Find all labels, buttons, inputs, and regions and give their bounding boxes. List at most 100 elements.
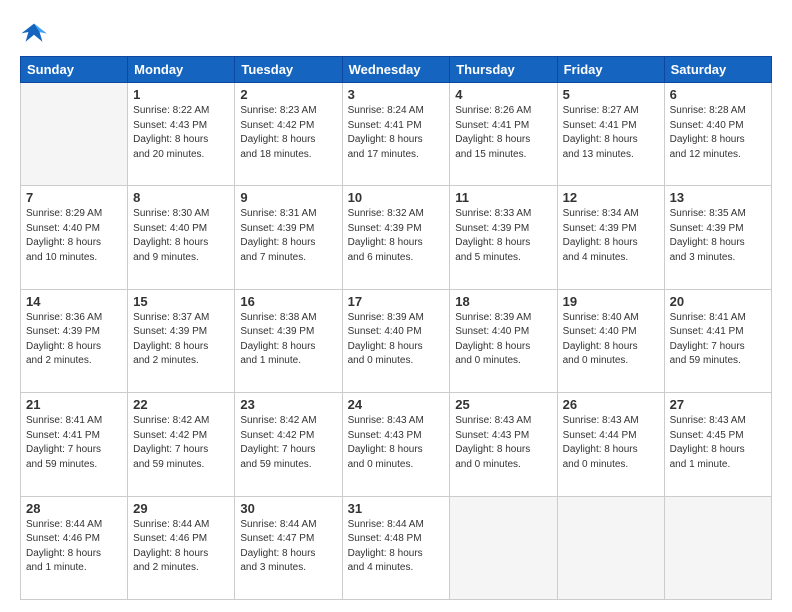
calendar-cell (450, 496, 557, 599)
day-info: Sunrise: 8:23 AMSunset: 4:42 PMDaylight:… (240, 104, 336, 162)
day-info: Sunrise: 8:44 AMSunset: 4:46 PMDaylight:… (133, 518, 229, 576)
day-info: Sunrise: 8:33 AMSunset: 4:39 PMDaylight:… (455, 207, 551, 265)
day-number: 25 (455, 397, 551, 412)
day-info: Sunrise: 8:41 AMSunset: 4:41 PMDaylight:… (670, 311, 766, 369)
day-number: 7 (26, 190, 122, 205)
day-number: 20 (670, 294, 766, 309)
calendar-cell: 16 Sunrise: 8:38 AMSunset: 4:39 PMDayligh… (235, 289, 342, 392)
calendar-cell: 26 Sunrise: 8:43 AMSunset: 4:44 PMDayligh… (557, 393, 664, 496)
day-info: Sunrise: 8:31 AMSunset: 4:39 PMDaylight:… (240, 207, 336, 265)
day-info: Sunrise: 8:29 AMSunset: 4:40 PMDaylight:… (26, 207, 122, 265)
day-number: 6 (670, 87, 766, 102)
day-info: Sunrise: 8:27 AMSunset: 4:41 PMDaylight:… (563, 104, 659, 162)
day-number: 24 (348, 397, 445, 412)
day-info: Sunrise: 8:39 AMSunset: 4:40 PMDaylight:… (348, 311, 445, 369)
day-number: 9 (240, 190, 336, 205)
day-number: 1 (133, 87, 229, 102)
calendar-cell: 5 Sunrise: 8:27 AMSunset: 4:41 PMDaylight… (557, 83, 664, 186)
day-info: Sunrise: 8:24 AMSunset: 4:41 PMDaylight:… (348, 104, 445, 162)
calendar-cell: 23 Sunrise: 8:42 AMSunset: 4:42 PMDayligh… (235, 393, 342, 496)
calendar-cell: 11 Sunrise: 8:33 AMSunset: 4:39 PMDayligh… (450, 186, 557, 289)
day-number: 2 (240, 87, 336, 102)
weekday-header: Thursday (450, 57, 557, 83)
day-number: 19 (563, 294, 659, 309)
day-number: 31 (348, 501, 445, 516)
calendar-week-row: 21 Sunrise: 8:41 AMSunset: 4:41 PMDayligh… (21, 393, 772, 496)
calendar-week-row: 14 Sunrise: 8:36 AMSunset: 4:39 PMDayligh… (21, 289, 772, 392)
day-number: 27 (670, 397, 766, 412)
day-info: Sunrise: 8:36 AMSunset: 4:39 PMDaylight:… (26, 311, 122, 369)
logo-icon (20, 18, 48, 46)
day-info: Sunrise: 8:44 AMSunset: 4:47 PMDaylight:… (240, 518, 336, 576)
weekday-header: Tuesday (235, 57, 342, 83)
day-number: 8 (133, 190, 229, 205)
day-info: Sunrise: 8:39 AMSunset: 4:40 PMDaylight:… (455, 311, 551, 369)
day-number: 10 (348, 190, 445, 205)
calendar-cell: 6 Sunrise: 8:28 AMSunset: 4:40 PMDaylight… (664, 83, 771, 186)
day-info: Sunrise: 8:40 AMSunset: 4:40 PMDaylight:… (563, 311, 659, 369)
calendar-cell: 13 Sunrise: 8:35 AMSunset: 4:39 PMDayligh… (664, 186, 771, 289)
calendar-cell: 19 Sunrise: 8:40 AMSunset: 4:40 PMDayligh… (557, 289, 664, 392)
day-info: Sunrise: 8:22 AMSunset: 4:43 PMDaylight:… (133, 104, 229, 162)
weekday-header: Monday (128, 57, 235, 83)
calendar-cell: 31 Sunrise: 8:44 AMSunset: 4:48 PMDayligh… (342, 496, 450, 599)
page: SundayMondayTuesdayWednesdayThursdayFrid… (0, 0, 792, 612)
day-info: Sunrise: 8:28 AMSunset: 4:40 PMDaylight:… (670, 104, 766, 162)
day-info: Sunrise: 8:43 AMSunset: 4:44 PMDaylight:… (563, 414, 659, 472)
day-number: 29 (133, 501, 229, 516)
calendar-header-row: SundayMondayTuesdayWednesdayThursdayFrid… (21, 57, 772, 83)
day-info: Sunrise: 8:32 AMSunset: 4:39 PMDaylight:… (348, 207, 445, 265)
calendar-cell: 30Sunrise: 8:44 AMSunset: 4:47 PMDayligh… (235, 496, 342, 599)
calendar-cell: 18 Sunrise: 8:39 AMSunset: 4:40 PMDayligh… (450, 289, 557, 392)
calendar-cell (557, 496, 664, 599)
day-info: Sunrise: 8:34 AMSunset: 4:39 PMDaylight:… (563, 207, 659, 265)
day-info: Sunrise: 8:43 AMSunset: 4:45 PMDaylight:… (670, 414, 766, 472)
day-number: 4 (455, 87, 551, 102)
calendar-cell: 25 Sunrise: 8:43 AMSunset: 4:43 PMDayligh… (450, 393, 557, 496)
calendar-week-row: 1 Sunrise: 8:22 AMSunset: 4:43 PMDaylight… (21, 83, 772, 186)
day-info: Sunrise: 8:35 AMSunset: 4:39 PMDaylight:… (670, 207, 766, 265)
day-info: Sunrise: 8:37 AMSunset: 4:39 PMDaylight:… (133, 311, 229, 369)
calendar-cell: 1 Sunrise: 8:22 AMSunset: 4:43 PMDaylight… (128, 83, 235, 186)
day-info: Sunrise: 8:43 AMSunset: 4:43 PMDaylight:… (348, 414, 445, 472)
day-number: 11 (455, 190, 551, 205)
calendar-cell (21, 83, 128, 186)
calendar-cell: 24 Sunrise: 8:43 AMSunset: 4:43 PMDayligh… (342, 393, 450, 496)
weekday-header: Saturday (664, 57, 771, 83)
day-number: 21 (26, 397, 122, 412)
weekday-header: Wednesday (342, 57, 450, 83)
day-info: Sunrise: 8:30 AMSunset: 4:40 PMDaylight:… (133, 207, 229, 265)
calendar-cell: 8 Sunrise: 8:30 AMSunset: 4:40 PMDaylight… (128, 186, 235, 289)
day-info: Sunrise: 8:44 AMSunset: 4:48 PMDaylight:… (348, 518, 445, 576)
calendar-cell: 4 Sunrise: 8:26 AMSunset: 4:41 PMDaylight… (450, 83, 557, 186)
day-number: 15 (133, 294, 229, 309)
calendar-cell (664, 496, 771, 599)
day-info: Sunrise: 8:43 AMSunset: 4:43 PMDaylight:… (455, 414, 551, 472)
day-number: 3 (348, 87, 445, 102)
day-number: 22 (133, 397, 229, 412)
calendar-cell: 9 Sunrise: 8:31 AMSunset: 4:39 PMDaylight… (235, 186, 342, 289)
calendar-cell: 17 Sunrise: 8:39 AMSunset: 4:40 PMDayligh… (342, 289, 450, 392)
calendar-week-row: 28Sunrise: 8:44 AMSunset: 4:46 PMDayligh… (21, 496, 772, 599)
day-info: Sunrise: 8:26 AMSunset: 4:41 PMDaylight:… (455, 104, 551, 162)
calendar-table: SundayMondayTuesdayWednesdayThursdayFrid… (20, 56, 772, 600)
day-number: 14 (26, 294, 122, 309)
calendar-cell: 22 Sunrise: 8:42 AMSunset: 4:42 PMDayligh… (128, 393, 235, 496)
calendar-cell: 3 Sunrise: 8:24 AMSunset: 4:41 PMDaylight… (342, 83, 450, 186)
day-info: Sunrise: 8:38 AMSunset: 4:39 PMDaylight:… (240, 311, 336, 369)
calendar-cell: 14 Sunrise: 8:36 AMSunset: 4:39 PMDayligh… (21, 289, 128, 392)
day-info: Sunrise: 8:42 AMSunset: 4:42 PMDaylight:… (133, 414, 229, 472)
day-number: 26 (563, 397, 659, 412)
day-number: 16 (240, 294, 336, 309)
day-number: 23 (240, 397, 336, 412)
day-info: Sunrise: 8:41 AMSunset: 4:41 PMDaylight:… (26, 414, 122, 472)
logo (20, 18, 52, 46)
calendar-cell: 15 Sunrise: 8:37 AMSunset: 4:39 PMDayligh… (128, 289, 235, 392)
day-info: Sunrise: 8:42 AMSunset: 4:42 PMDaylight:… (240, 414, 336, 472)
day-number: 18 (455, 294, 551, 309)
day-number: 5 (563, 87, 659, 102)
day-number: 13 (670, 190, 766, 205)
day-number: 17 (348, 294, 445, 309)
calendar-cell: 12Sunrise: 8:34 AMSunset: 4:39 PMDayligh… (557, 186, 664, 289)
header (20, 18, 772, 46)
